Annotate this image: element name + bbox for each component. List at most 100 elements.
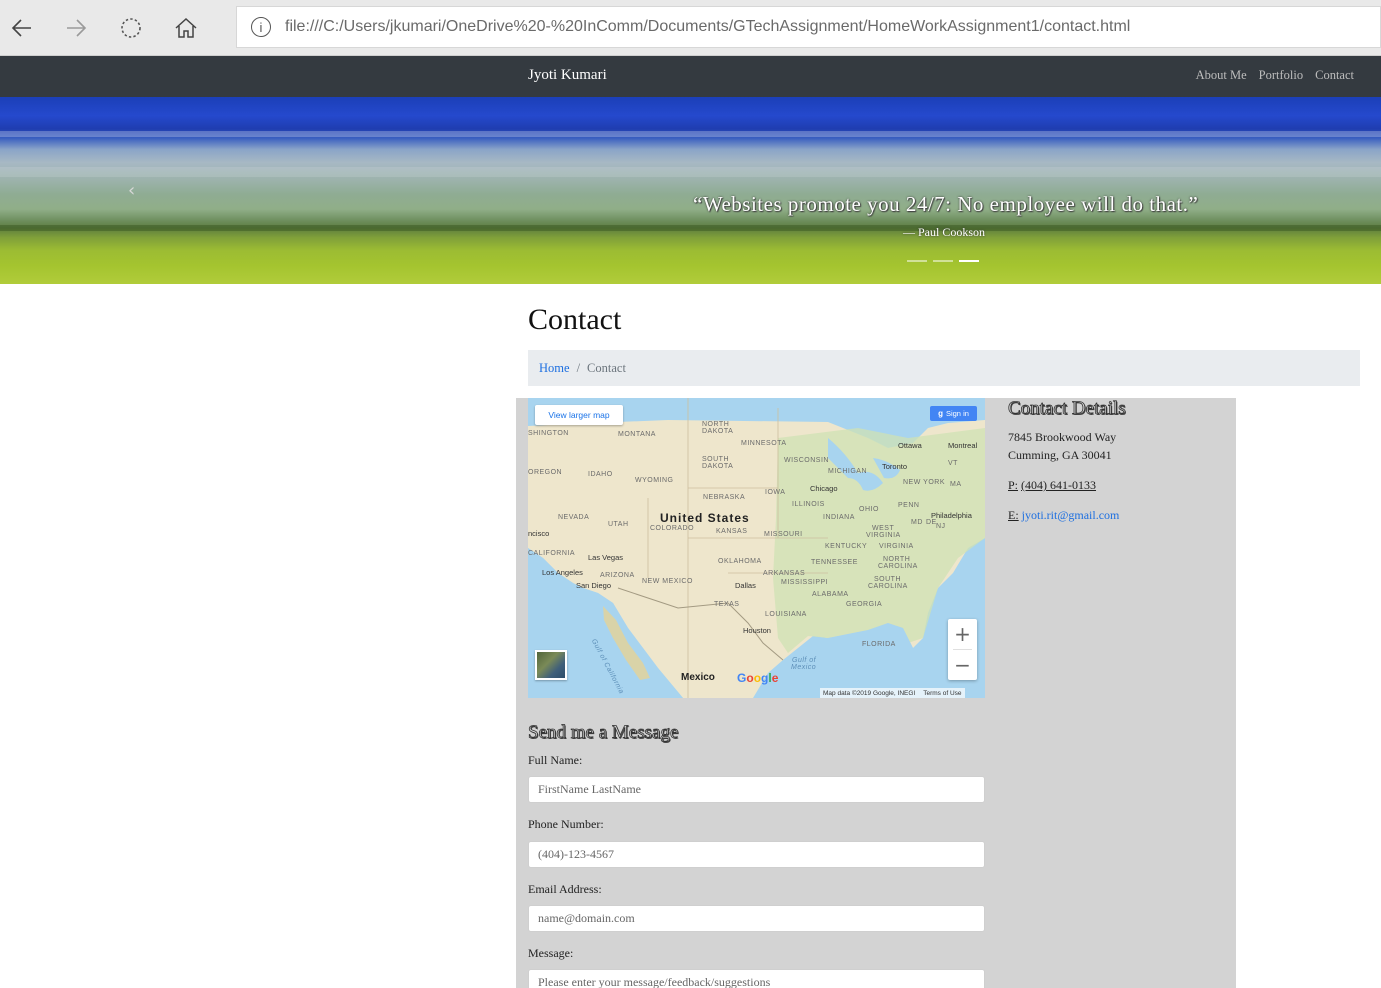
map-label: DAKOTA <box>702 428 734 435</box>
map-label: NORTH <box>702 421 730 428</box>
map-sign-in-button[interactable]: g Sign in <box>930 406 977 421</box>
map-label: NJ <box>936 523 946 530</box>
map-label: CALIFORNIA <box>528 550 576 557</box>
map-label: NORTH <box>883 556 911 563</box>
zoom-out-button[interactable]: − <box>948 650 977 680</box>
map-label: NEW YORK <box>903 479 945 486</box>
nav-links: About Me Portfolio Contact <box>1196 68 1354 83</box>
map-label: San Diego <box>576 581 612 590</box>
breadcrumb-separator: / <box>576 360 581 375</box>
map-label: ARIZONA <box>600 572 635 579</box>
phone-number-label: Phone Number: <box>528 817 604 831</box>
map-label: TENNESSEE <box>811 559 858 566</box>
map-label: MISSISSIPPI <box>781 579 829 586</box>
map-country-label: United States <box>660 511 750 525</box>
map-label: SOUTH <box>702 456 729 463</box>
view-larger-map-link[interactable]: View larger map <box>535 405 623 425</box>
carousel-indicator-active[interactable] <box>959 260 979 262</box>
carousel-indicator[interactable] <box>933 260 953 262</box>
map-label: OKLAHOMA <box>718 558 762 565</box>
map-label: KANSAS <box>716 528 748 535</box>
map-data-credit: Map data ©2019 Google, INEGI <box>823 689 916 697</box>
map-label: ncisco <box>528 529 550 538</box>
map-label: NEW MEXICO <box>642 578 693 585</box>
hero-quote: “Websites promote you 24/7: No employee … <box>693 192 1199 216</box>
map-label: Philadelphia <box>931 511 972 520</box>
nav-link-about[interactable]: About Me <box>1196 68 1247 83</box>
email-prefix: E: <box>1008 508 1019 522</box>
nav-link-contact[interactable]: Contact <box>1315 68 1354 83</box>
brand-link[interactable]: Jyoti Kumari <box>528 67 607 84</box>
hero-background <box>0 131 1381 137</box>
nav-link-portfolio[interactable]: Portfolio <box>1259 68 1303 83</box>
map-label: ALABAMA <box>812 591 849 598</box>
map-label: INDIANA <box>823 514 855 521</box>
map-label: ARKANSAS <box>763 570 806 577</box>
address-line-1: 7845 Brookwood Way <box>1008 430 1117 444</box>
map-label: Chicago <box>810 484 838 493</box>
map-label: Dallas <box>735 581 756 590</box>
google-plus-icon: g <box>938 409 943 418</box>
message-textarea[interactable] <box>528 969 985 988</box>
map-label: NEVADA <box>558 514 590 521</box>
site-navbar: Jyoti Kumari About Me Portfolio Contact <box>0 56 1381 97</box>
hero-carousel: ‹ “Websites promote you 24/7: No employe… <box>0 97 1381 284</box>
map-label: Ottawa <box>898 441 922 450</box>
reload-button[interactable] <box>113 10 149 46</box>
phone-line: P: (404) 641-0133 <box>1008 478 1096 493</box>
address-line-2: Cumming, GA 30041 <box>1008 448 1112 462</box>
phone-number-input[interactable] <box>528 841 985 868</box>
map-label: Mexico <box>681 672 715 683</box>
map-label: SOUTH <box>874 576 901 583</box>
map-label: Montreal <box>948 441 978 450</box>
back-button[interactable] <box>4 10 40 46</box>
forward-button[interactable] <box>58 10 94 46</box>
map-label: ILLINOIS <box>792 501 825 508</box>
full-name-input[interactable] <box>528 776 985 803</box>
home-button[interactable] <box>168 10 204 46</box>
map-label: VIRGINIA <box>866 532 901 539</box>
url-text[interactable]: file:///C:/Users/jkumari/OneDrive%20-%20… <box>285 18 1130 36</box>
map-sign-in-label: Sign in <box>945 409 969 418</box>
map-label: Toronto <box>882 462 908 471</box>
map-label: Gulf of <box>792 657 817 664</box>
map-label: WYOMING <box>635 477 674 484</box>
address-bar[interactable]: i file:///C:/Users/jkumari/OneDrive%20-%… <box>236 6 1381 48</box>
map-label: VT <box>948 460 958 467</box>
map-label: Mexico <box>791 664 817 671</box>
map-label: CAROLINA <box>878 563 918 570</box>
breadcrumb-current: Contact <box>587 360 626 375</box>
carousel-indicator[interactable] <box>907 260 927 262</box>
map-zoom-controls: + − <box>948 619 977 680</box>
map-label: IDAHO <box>588 471 613 478</box>
map-label: MA <box>950 481 962 488</box>
map-label: OREGON <box>528 469 563 476</box>
carousel-prev-icon[interactable]: ‹ <box>128 180 144 201</box>
zoom-in-button[interactable]: + <box>948 619 977 649</box>
send-message-heading: Send me a Message <box>528 722 679 744</box>
phone-link[interactable]: (404) 641-0133 <box>1021 478 1096 492</box>
map-label: NEBRASKA <box>703 494 746 501</box>
map-label: UTAH <box>608 521 629 528</box>
contact-details-heading: Contact Details <box>1008 398 1126 420</box>
map-label: WISCONSIN <box>784 457 829 464</box>
breadcrumb-home-link[interactable]: Home <box>539 361 570 376</box>
email-address-input[interactable] <box>528 905 985 932</box>
info-icon[interactable]: i <box>251 17 271 37</box>
map-label: MD <box>911 519 923 526</box>
browser-toolbar: i file:///C:/Users/jkumari/OneDrive%20-%… <box>0 0 1381 56</box>
forward-arrow-icon <box>67 19 87 37</box>
email-address-label: Email Address: <box>528 882 602 896</box>
map-terms-link[interactable]: Terms of Use <box>923 690 961 697</box>
map-label: Los Angeles <box>542 568 583 577</box>
map-label: TEXAS <box>714 601 740 608</box>
google-map[interactable]: SHINGTON MONTANA NORTH DAKOTA MINNESOTA … <box>528 398 985 698</box>
email-link[interactable]: jyoti.rit@gmail.com <box>1022 508 1120 522</box>
map-label: Las Vegas <box>588 553 624 562</box>
hero-quote-author: — Paul Cookson <box>903 225 986 239</box>
map-label: COLORADO <box>650 525 695 532</box>
map-label: GEORGIA <box>846 601 883 608</box>
phone-prefix: P: <box>1008 478 1019 492</box>
map-label: IOWA <box>765 489 786 496</box>
satellite-view-toggle[interactable] <box>535 650 567 680</box>
